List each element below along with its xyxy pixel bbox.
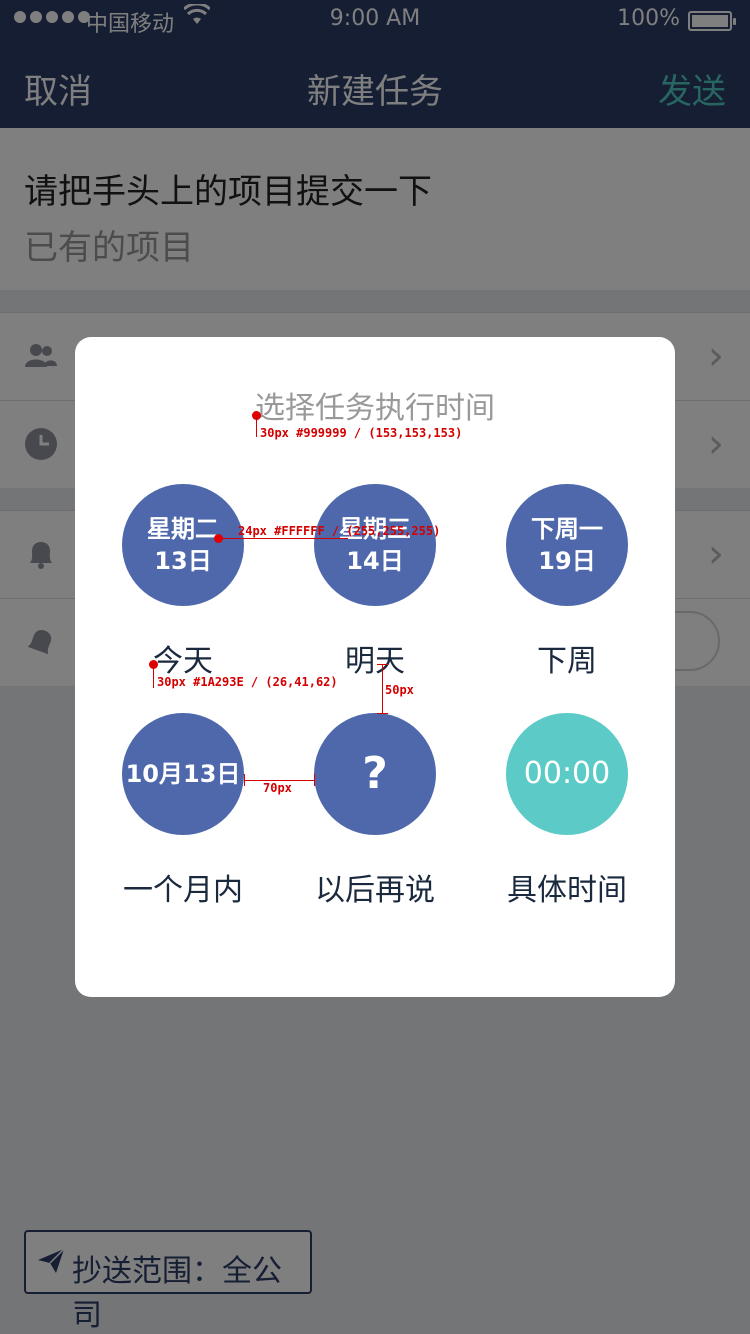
option-day: 星期二 <box>147 515 219 543</box>
annotation-tick <box>377 664 388 665</box>
question-mark-icon: ? <box>362 748 388 799</box>
option-circle: ? <box>314 713 436 835</box>
annotation-vertical-gap: 50px <box>385 683 414 697</box>
option-circle: 下周一 19日 <box>506 484 628 606</box>
annotation-gap-line <box>382 664 383 714</box>
option-time: 00:00 <box>523 756 611 791</box>
option-circle: 00:00 <box>506 713 628 835</box>
option-later[interactable]: ? 以后再说 <box>285 713 465 909</box>
option-circle: 星期三 14日 <box>314 484 436 606</box>
option-circle: 星期二 13日 <box>122 484 244 606</box>
annotation-line <box>153 664 154 688</box>
annotation-line <box>256 415 257 437</box>
option-within-month[interactable]: 10月13日 一个月内 <box>93 713 273 909</box>
modal-title: 选择任务执行时间 <box>255 391 495 426</box>
option-date: 13日 <box>154 547 212 575</box>
annotation-tick <box>314 774 315 786</box>
option-today[interactable]: 星期二 13日 今天 <box>93 484 273 680</box>
option-circle: 10月13日 <box>122 713 244 835</box>
annotation-label-spec: 30px #1A293E / (26,41,62) <box>157 675 338 689</box>
option-label: 一个月内 <box>123 873 243 908</box>
option-label: 下周 <box>537 644 597 679</box>
option-label: 具体时间 <box>507 873 627 908</box>
annotation-title-spec: 30px #999999 / (153,153,153) <box>260 426 463 440</box>
option-label: 今天 <box>153 644 213 679</box>
annotation-tick <box>377 713 388 714</box>
option-date: 19日 <box>538 547 596 575</box>
annotation-tick <box>244 774 245 786</box>
option-day: 下周一 <box>531 515 603 543</box>
annotation-line <box>218 538 348 539</box>
annotation-horizontal-gap: 70px <box>263 781 292 795</box>
option-label: 以后再说 <box>315 873 435 908</box>
option-next-week[interactable]: 下周一 19日 下周 <box>477 484 657 680</box>
annotation-circle-text-spec: 24px #FFFFFF / (255,255,255) <box>238 524 441 538</box>
option-date: 10月13日 <box>125 760 241 788</box>
option-label: 明天 <box>345 644 405 679</box>
option-specific-time[interactable]: 00:00 具体时间 <box>477 713 657 909</box>
option-tomorrow[interactable]: 星期三 14日 明天 <box>285 484 465 680</box>
option-date: 14日 <box>346 547 404 575</box>
